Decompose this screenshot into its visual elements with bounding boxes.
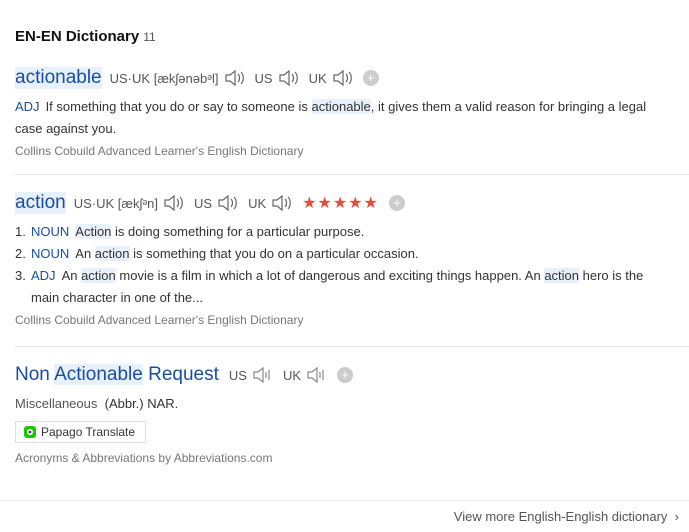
speaker-disabled-icon[interactable] bbox=[251, 366, 273, 384]
papago-translate-button[interactable]: Papago Translate bbox=[15, 421, 147, 443]
headword-text: Non bbox=[15, 364, 55, 385]
list-item: 1. NOUN Action is doing something for a p… bbox=[15, 221, 670, 243]
divider bbox=[15, 346, 689, 347]
category-label: Miscellaneous bbox=[15, 396, 98, 411]
entry-action: action US·UK [ækʃᵊn] US UK ★★★★★ + 1. NO… bbox=[15, 191, 689, 327]
speaker-icon[interactable] bbox=[331, 69, 353, 87]
pos-tag: ADJ bbox=[31, 268, 56, 283]
uk-label: UK bbox=[308, 70, 327, 86]
source: Collins Cobuild Advanced Learner's Engli… bbox=[15, 313, 304, 327]
ipa: [ækʃᵊn] bbox=[117, 195, 159, 211]
def-text: movie is a film in which a lot of danger… bbox=[115, 268, 545, 283]
pron-label: US·UK bbox=[109, 70, 151, 86]
headword-highlight: Actionable bbox=[54, 364, 143, 385]
headword-link[interactable]: action bbox=[15, 192, 66, 214]
def-number: 1. bbox=[15, 224, 26, 239]
papago-label: Papago Translate bbox=[41, 425, 136, 439]
def-highlight: action bbox=[544, 268, 580, 283]
def-text: An bbox=[75, 246, 95, 261]
headword-link[interactable]: actionable bbox=[15, 67, 102, 89]
add-to-wordbook-button[interactable]: + bbox=[388, 195, 405, 211]
frequency-stars: ★★★★★ bbox=[302, 195, 379, 212]
pos-tag: ADJ bbox=[15, 99, 40, 114]
speaker-icon[interactable] bbox=[216, 194, 238, 212]
uk-label: UK bbox=[248, 195, 267, 211]
def-highlight: action bbox=[94, 246, 130, 261]
def-text: If something that you do or say to someo… bbox=[45, 99, 312, 114]
chevron-right-icon: › bbox=[674, 509, 679, 524]
add-to-wordbook-button[interactable]: + bbox=[337, 367, 353, 383]
uk-label: UK bbox=[282, 367, 301, 383]
speaker-icon[interactable] bbox=[277, 69, 299, 87]
view-more-label: View more English-English dictionary bbox=[453, 509, 668, 524]
us-label: US bbox=[194, 195, 213, 211]
pos-tag: NOUN bbox=[31, 246, 70, 261]
section-title-text: EN-EN Dictionary bbox=[15, 28, 140, 45]
entry-actionable: actionable US·UK [ækʃənəbᵊl] US UK + ADJ… bbox=[15, 66, 689, 158]
source: Acronyms & Abbreviations by Abbreviation… bbox=[15, 451, 273, 465]
list-item: 3. ADJ An action movie is a film in which… bbox=[15, 265, 670, 309]
definition: ADJ If something that you do or say to so… bbox=[15, 96, 670, 140]
divider bbox=[15, 174, 689, 175]
speaker-icon[interactable] bbox=[270, 194, 292, 212]
view-more-link[interactable]: View more English-English dictionary › bbox=[454, 509, 679, 524]
def-number: 2. bbox=[15, 246, 26, 261]
ipa: [ækʃənəbᵊl] bbox=[153, 70, 219, 86]
papago-icon bbox=[24, 426, 36, 438]
section-title: EN-EN Dictionary 11 bbox=[15, 28, 156, 45]
speaker-icon[interactable] bbox=[223, 69, 245, 87]
footer: View more English-English dictionary › bbox=[0, 500, 689, 532]
definition: Miscellaneous (Abbr.) NAR. bbox=[15, 393, 689, 415]
def-highlight: action bbox=[81, 268, 116, 283]
def-text: (Abbr.) NAR. bbox=[104, 396, 179, 411]
headword-link[interactable]: Non Actionable Request bbox=[15, 364, 219, 386]
def-highlight: actionable bbox=[311, 99, 371, 114]
pron-label: US·UK bbox=[73, 195, 115, 211]
speaker-disabled-icon[interactable] bbox=[305, 366, 327, 384]
pos-tag: NOUN bbox=[31, 224, 70, 239]
result-count: 11 bbox=[143, 30, 156, 44]
source: Collins Cobuild Advanced Learner's Engli… bbox=[15, 144, 304, 158]
pronunciation-us-uk: US·UK [ækʃᵊn] bbox=[74, 196, 158, 211]
def-text: An bbox=[61, 268, 82, 283]
us-label: US bbox=[228, 367, 247, 383]
add-to-wordbook-button[interactable]: + bbox=[362, 70, 379, 86]
def-highlight: Action bbox=[75, 224, 112, 239]
def-number: 3. bbox=[15, 268, 26, 283]
entry-non-actionable-request: Non Actionable Request US UK + Miscellan… bbox=[15, 363, 689, 465]
definition-list: 1. NOUN Action is doing something for a p… bbox=[15, 221, 670, 309]
def-text: is doing something for a particular purp… bbox=[111, 224, 365, 239]
pronunciation-us-uk: US·UK [ækʃənəbᵊl] bbox=[110, 71, 219, 86]
headword-text: Request bbox=[142, 364, 219, 385]
us-label: US bbox=[254, 70, 273, 86]
list-item: 2. NOUN An action is something that you d… bbox=[15, 243, 670, 265]
def-text: is something that you do on a particular… bbox=[129, 246, 419, 261]
speaker-icon[interactable] bbox=[162, 194, 184, 212]
